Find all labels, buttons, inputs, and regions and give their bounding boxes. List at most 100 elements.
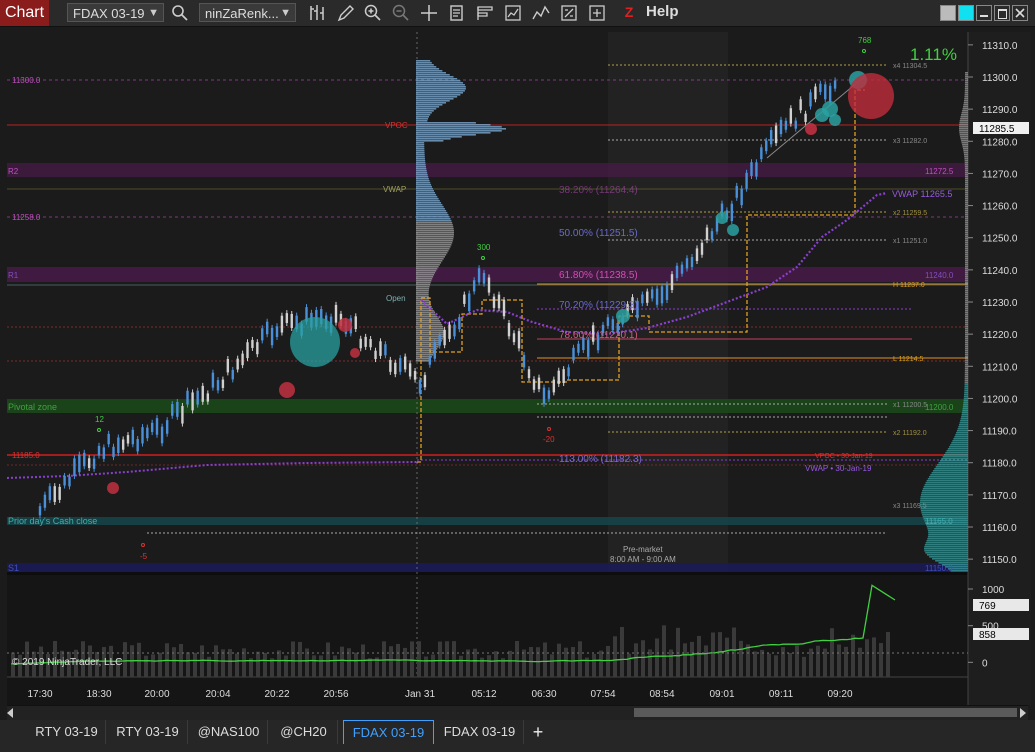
scrollbar-thumb[interactable] — [634, 708, 1017, 717]
price-bar — [261, 328, 264, 341]
close-icon[interactable] — [1012, 5, 1028, 21]
price-bar — [522, 354, 526, 368]
profile-row — [964, 296, 968, 298]
profile-row — [960, 420, 968, 422]
search-icon[interactable] — [170, 3, 190, 23]
volume-bar — [312, 655, 316, 677]
price-bar — [181, 405, 184, 424]
volume-bar — [753, 651, 757, 677]
volume-bar — [564, 647, 568, 677]
profile-row — [921, 512, 968, 514]
crosshair-icon[interactable] — [419, 3, 439, 23]
volume-bar — [487, 655, 491, 677]
profile-row — [964, 308, 968, 310]
profile-row — [959, 124, 968, 126]
volume-bar — [816, 645, 820, 677]
tab-fdax-2[interactable]: FDAX 03-19 — [436, 720, 524, 744]
volume-bar — [263, 652, 267, 677]
volume-bar — [788, 652, 792, 677]
price-bar — [765, 140, 768, 152]
price-bar — [141, 427, 144, 444]
price-bar — [171, 404, 174, 416]
trade-icon[interactable] — [587, 3, 607, 23]
profile-row — [965, 282, 968, 284]
high-label: H 11237.0 — [893, 282, 925, 289]
volume-bar — [319, 655, 323, 677]
volume-bar — [627, 653, 631, 677]
profile-row — [964, 100, 968, 102]
price-bar — [760, 147, 763, 160]
bars-icon[interactable] — [307, 3, 327, 23]
volume-bar — [620, 626, 624, 677]
volume-bar — [858, 647, 862, 677]
cyan-swatch-icon[interactable] — [958, 5, 974, 21]
profile-row — [964, 92, 968, 94]
horizontal-scrollbar[interactable] — [7, 705, 1028, 720]
minimize-icon[interactable] — [976, 5, 992, 21]
profile-row — [932, 470, 968, 472]
profile-row — [965, 250, 968, 252]
strategy-icon[interactable] — [503, 3, 523, 23]
tab-ch20[interactable]: @CH20 — [270, 720, 338, 744]
profile-row — [927, 538, 968, 540]
scroll-right-icon[interactable] — [1020, 708, 1026, 718]
profile-row — [965, 232, 968, 234]
tab-rty-1[interactable]: RTY 03-19 — [28, 720, 106, 744]
chevron-down-icon: ▼ — [280, 7, 291, 19]
profile-row — [416, 172, 428, 174]
zoom-in-icon[interactable] — [363, 3, 383, 23]
profile-row — [963, 396, 968, 398]
pencil-icon[interactable] — [336, 3, 356, 23]
fib-61-label: 61.80% (11238.5) — [559, 270, 638, 281]
price-bar — [117, 437, 120, 454]
data-box-icon[interactable] — [559, 3, 579, 23]
instrument-selector[interactable]: FDAX 03-19 ▼ — [67, 3, 164, 22]
templates-icon[interactable] — [475, 3, 495, 23]
chart-type-selector-value: ninZaRenk... — [205, 6, 279, 21]
volume-bubble-large — [290, 317, 340, 367]
chart-panel[interactable]: 11300.0 VPOC R2 VWAP 11258.0 R1 Open Piv… — [6, 32, 1031, 705]
profile-row — [964, 378, 968, 380]
profile-row — [416, 104, 443, 106]
profile-row — [416, 248, 450, 250]
volume-bar — [844, 646, 848, 677]
profile-row — [964, 380, 968, 382]
pivotal-zone — [7, 399, 968, 413]
maximize-icon[interactable] — [994, 5, 1010, 21]
annotation-768: 768 — [858, 36, 872, 45]
price-tick-label: 11290.0 — [982, 105, 1018, 116]
profile-row — [416, 200, 440, 202]
indicators-icon[interactable] — [531, 3, 551, 23]
price-bar — [78, 454, 81, 473]
s1-price-label: 11150.0 — [925, 564, 953, 573]
properties-icon[interactable] — [447, 3, 467, 23]
instrument-tabs: RTY 03-19 RTY 03-19 @NAS100 @CH20 FDAX 0… — [0, 720, 1035, 752]
profile-row — [964, 368, 968, 370]
price-bar — [532, 379, 536, 390]
chart-type-selector[interactable]: ninZaRenk... ▼ — [199, 3, 296, 22]
price-bar — [527, 369, 531, 379]
profile-row — [965, 238, 968, 240]
scroll-left-icon[interactable] — [7, 708, 13, 718]
price-bar — [690, 257, 694, 268]
color-swatch-icon[interactable] — [940, 5, 956, 21]
profile-row — [965, 204, 968, 206]
ninzaco-icon[interactable]: Z — [622, 4, 636, 20]
profile-row — [950, 570, 968, 572]
time-tick-label: 20:22 — [264, 689, 289, 700]
profile-row — [957, 428, 968, 430]
profile-row — [416, 342, 442, 344]
profile-row — [965, 200, 968, 202]
profile-row — [416, 166, 426, 168]
profile-row — [416, 254, 447, 256]
zoom-out-icon[interactable] — [391, 3, 411, 23]
price-chart[interactable]: 11300.0 VPOC R2 VWAP 11258.0 R1 Open Piv… — [6, 32, 1031, 705]
tab-rty-2[interactable]: RTY 03-19 — [108, 720, 188, 744]
tab-fdax-active[interactable]: FDAX 03-19 — [343, 720, 434, 744]
profile-row — [416, 182, 431, 184]
add-tab-icon[interactable]: + — [527, 721, 549, 743]
profile-row — [416, 292, 429, 294]
help-menu[interactable]: Help — [646, 3, 679, 20]
profile-row — [939, 460, 968, 462]
tab-nas100[interactable]: @NAS100 — [190, 720, 268, 744]
